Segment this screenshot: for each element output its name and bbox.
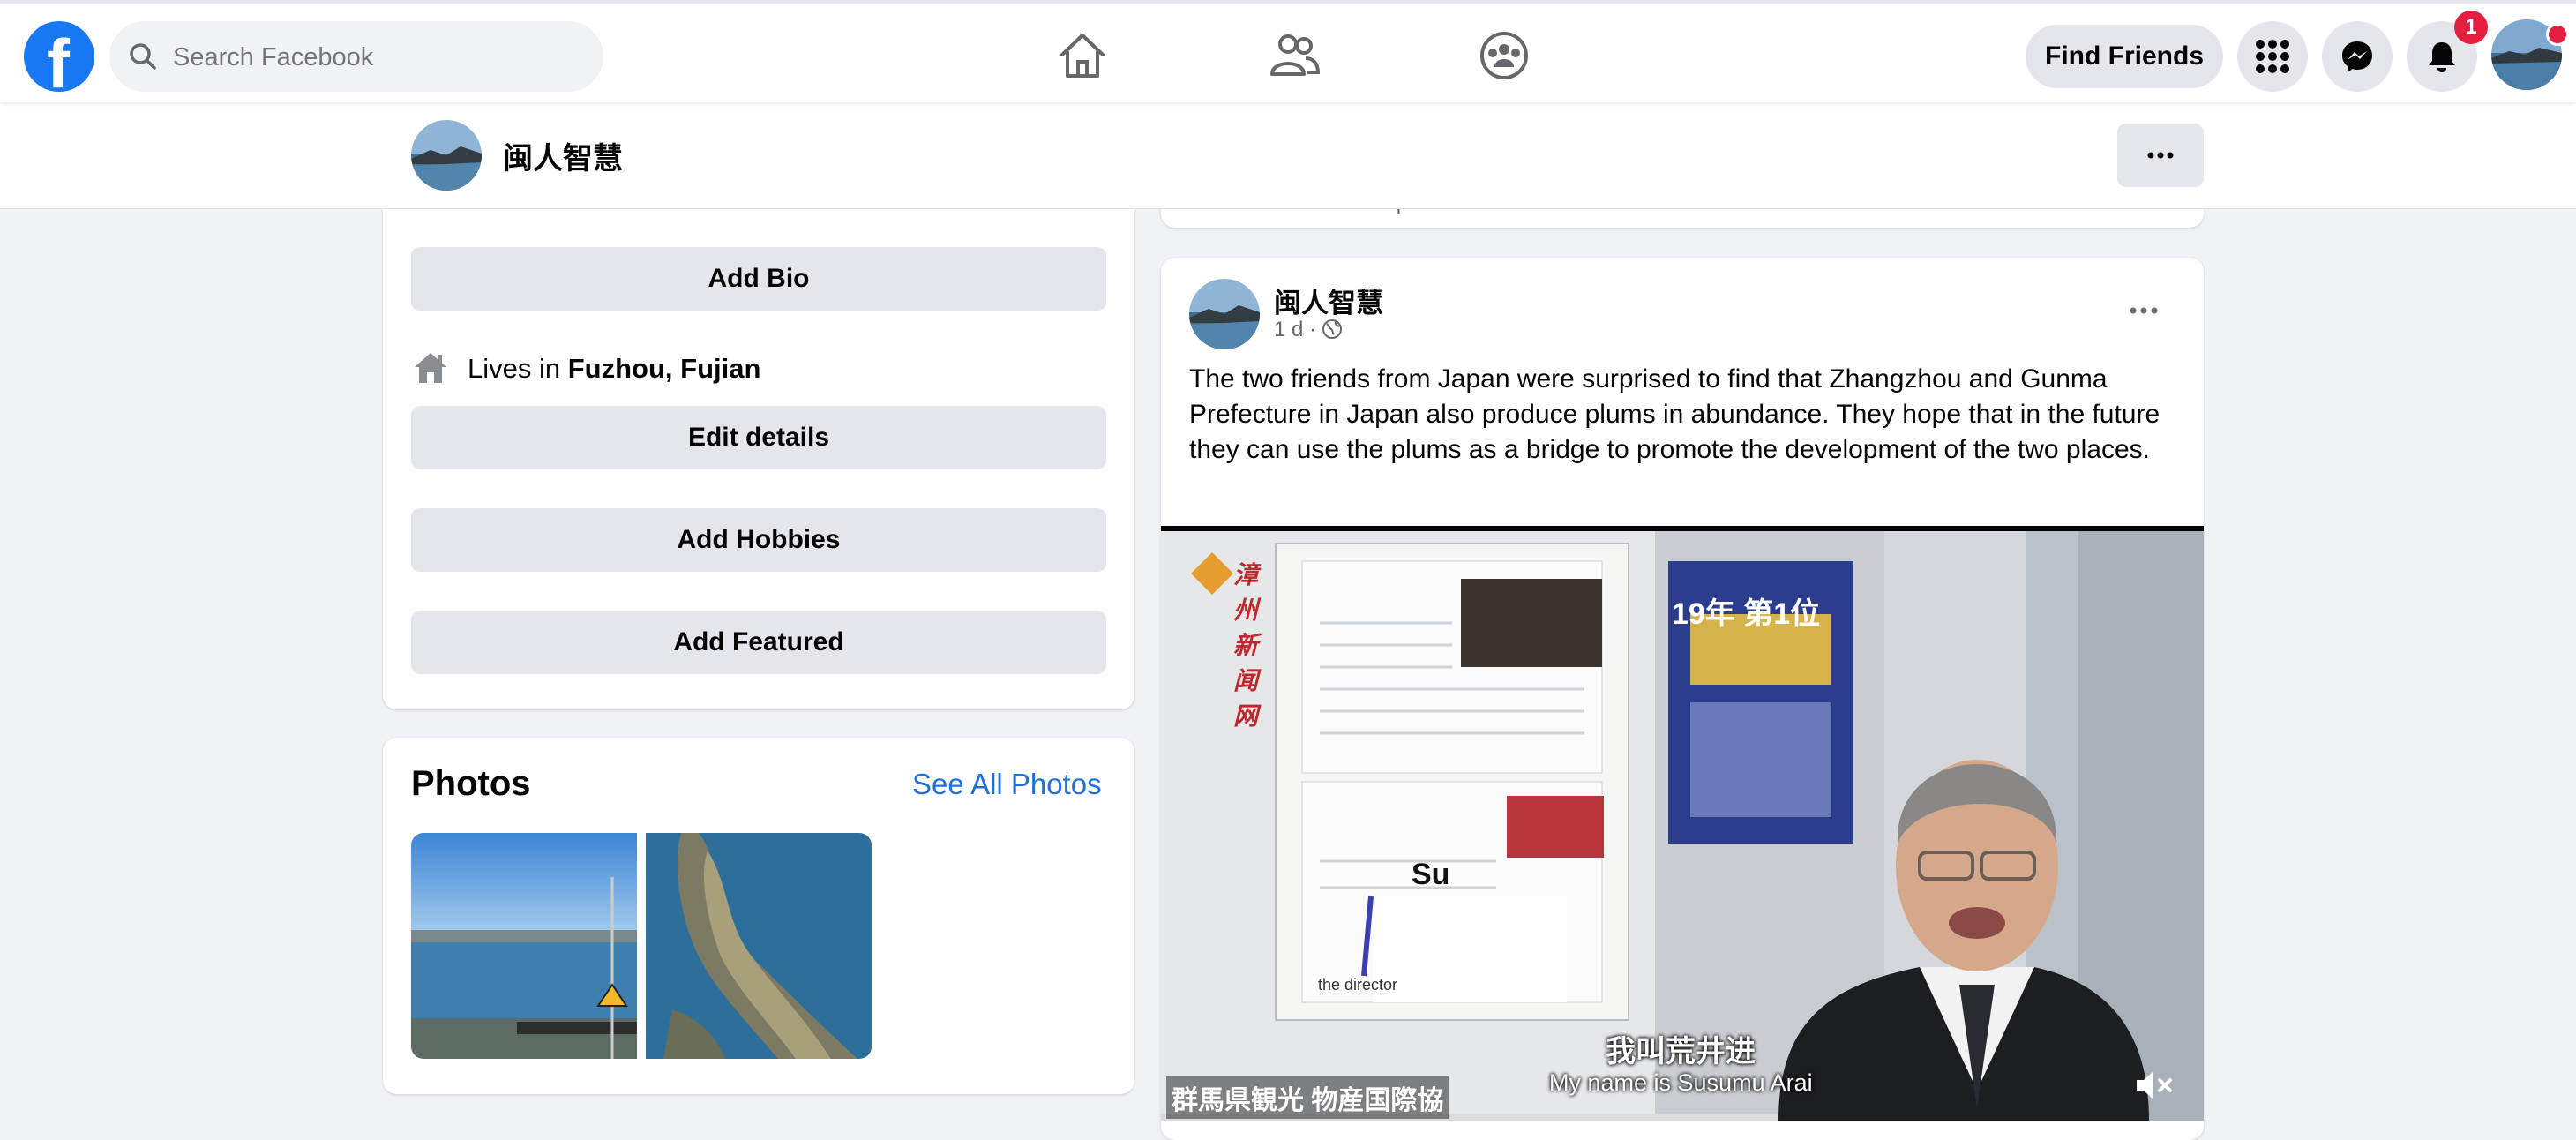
find-friends-button[interactable]: Find Friends — [2026, 25, 2223, 88]
video-subtitle-chinese: 我叫荒井进 — [1606, 1035, 1756, 1069]
search-icon — [130, 43, 156, 70]
messenger-icon — [2342, 41, 2372, 72]
avatar-image — [411, 120, 482, 191]
poster-text: 19年 第1位 — [1672, 597, 1821, 631]
messenger-button[interactable] — [2322, 21, 2393, 92]
post-meta: 1 d · — [1274, 318, 1343, 342]
news-logo-text: 漳州新闻网 — [1233, 561, 1259, 730]
menu-grid-icon — [2256, 40, 2289, 73]
search-box[interactable] — [109, 21, 603, 94]
lives-in-prefix: Lives in — [468, 353, 568, 384]
home-icon[interactable] — [1052, 25, 1113, 86]
board-text: Su — [1412, 858, 1450, 891]
home-icon — [415, 353, 446, 383]
friends-icon[interactable] — [1263, 25, 1325, 86]
notification-badge: 1 — [2454, 11, 2488, 44]
facebook-logo-icon[interactable]: f — [24, 21, 94, 102]
bell-icon — [2429, 42, 2455, 72]
globe-icon — [1322, 319, 1343, 339]
add-bio-button[interactable]: Add Bio — [411, 247, 1106, 311]
avatar-image — [1189, 279, 1260, 349]
mute-icon[interactable] — [2133, 1068, 2175, 1103]
search-input[interactable] — [171, 21, 589, 94]
photo-thumbnail[interactable] — [411, 833, 637, 1059]
lives-in-place[interactable]: Fuzhou, Fujian — [568, 353, 761, 384]
see-all-photos-link[interactable]: See All Photos — [912, 768, 1102, 801]
more-options-button[interactable] — [2117, 124, 2204, 187]
header-profile-name[interactable]: 闽人智慧 — [503, 134, 623, 177]
post-author-name[interactable]: 闽人智慧 — [1274, 281, 1383, 320]
post-text: The two friends from Japan were surprise… — [1189, 364, 2160, 464]
account-alert-dot — [2546, 23, 2569, 46]
video-subtitle-english: My name is Susumu Arai — [1549, 1069, 1813, 1096]
more-dots-icon — [2147, 152, 2174, 158]
post-timestamp[interactable]: 1 d · — [1274, 318, 1316, 341]
add-featured-button[interactable]: Add Featured — [411, 611, 1106, 674]
menu-button[interactable] — [2237, 21, 2308, 92]
edit-details-button[interactable]: Edit details — [411, 406, 1106, 469]
island-photo — [646, 833, 872, 1059]
photo-thumbnail[interactable] — [646, 833, 872, 1059]
post-options-icon[interactable] — [2117, 284, 2170, 337]
profile-sticky-header: 闽人智慧 — [0, 102, 2576, 209]
top-navigation-bar: f Find Friends — [0, 0, 2576, 102]
post-author-avatar[interactable] — [1189, 279, 1260, 349]
photos-title: Photos — [411, 764, 531, 803]
logo-letter: f — [47, 25, 70, 102]
board-caption: the director — [1318, 976, 1398, 994]
groups-icon[interactable] — [1473, 25, 1535, 86]
header-avatar[interactable] — [411, 120, 482, 191]
video-tag-caption: 群馬県観光 物産国際協 — [1166, 1076, 1449, 1119]
add-hobbies-button[interactable]: Add Hobbies — [411, 508, 1106, 572]
seaside-photo — [411, 833, 637, 1059]
